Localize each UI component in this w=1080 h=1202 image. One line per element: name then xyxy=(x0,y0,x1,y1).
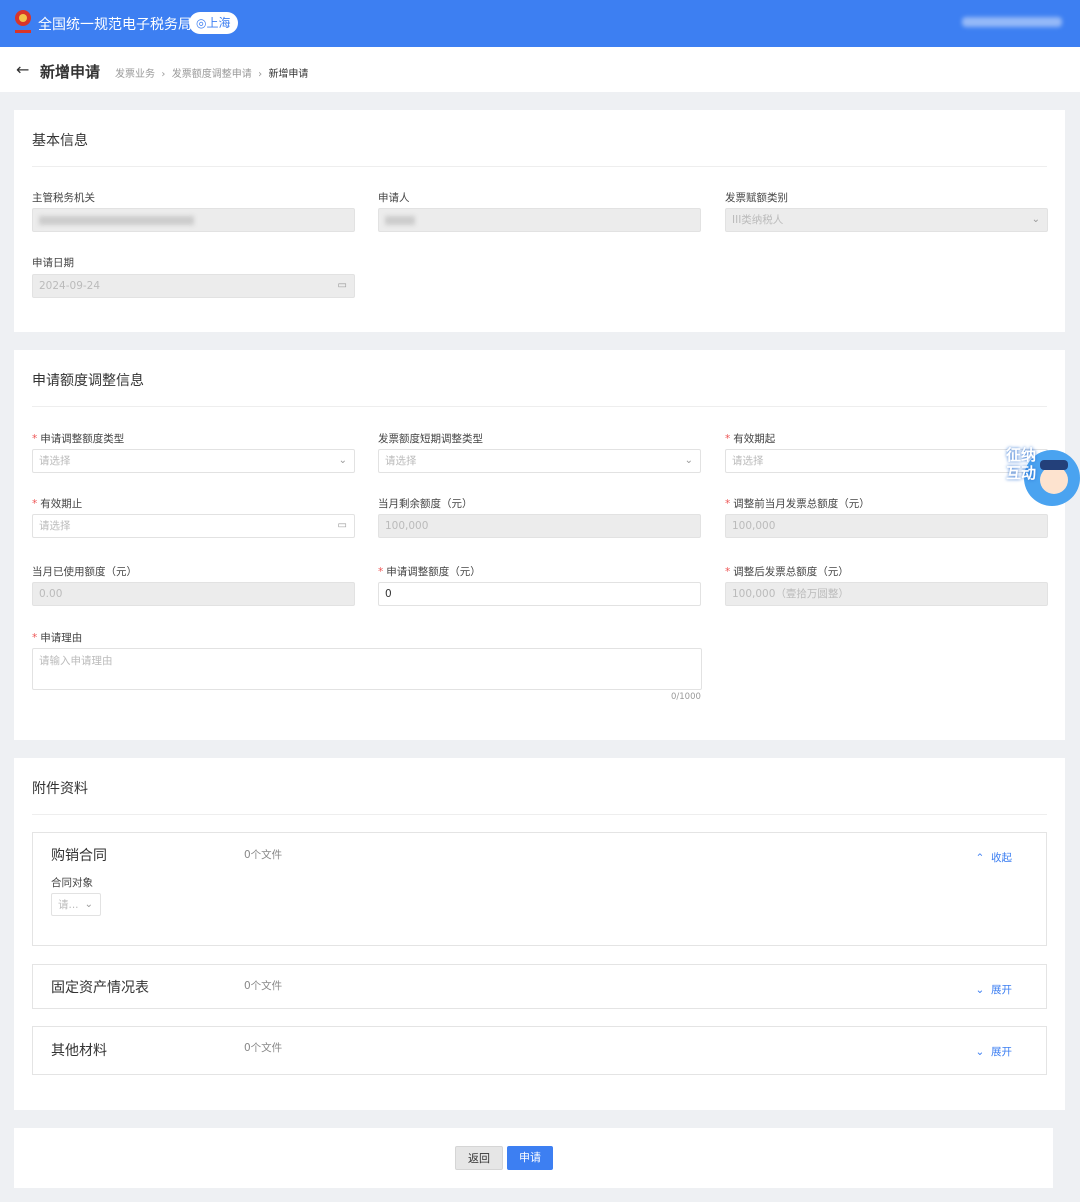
attachment-title: 购销合同 xyxy=(51,848,107,864)
field-label: 调整后发票总额度（元） xyxy=(733,566,849,578)
attachment-title: 固定资产情况表 xyxy=(51,980,149,996)
section-title: 基本信息 xyxy=(32,133,88,149)
field-label: 当月已使用额度（元） xyxy=(32,566,137,578)
attachment-section-other: 其他材料 0个文件 ⌄ 展开 xyxy=(32,1026,1047,1075)
location-label: 上海 xyxy=(206,16,231,30)
field-label: 申请调整额度（元） xyxy=(386,566,481,578)
valid-to-picker[interactable]: 请选择 ▭ xyxy=(32,514,355,538)
breadcrumb-current: 新增申请 xyxy=(268,69,309,80)
reason-textarea[interactable]: 请输入申请理由 xyxy=(32,648,702,690)
field-label: 发票额度短期调整类型 xyxy=(378,433,483,445)
remaining-quota-field: 100,000 xyxy=(378,514,701,538)
field-label: 申请人 xyxy=(378,192,410,204)
field-label: 发票赋额类别 xyxy=(725,192,788,204)
expand-toggle[interactable]: ⌄ 展开 xyxy=(976,982,1013,997)
valid-from-picker[interactable]: 请选择 xyxy=(725,449,1048,473)
chevron-down-icon: ⌄ xyxy=(684,455,693,466)
mascot-label: 征纳互动 xyxy=(1006,446,1037,482)
field-label: 当月剩余额度（元） xyxy=(378,498,473,510)
submit-button[interactable]: 申请 xyxy=(507,1146,553,1170)
attachment-title: 其他材料 xyxy=(51,1043,107,1059)
app-title: 全国统一规范电子税务局 xyxy=(38,17,192,33)
location-selector[interactable]: ◎上海 xyxy=(189,12,238,34)
short-term-type-select[interactable]: 请选择 ⌄ xyxy=(378,449,701,473)
field-label: 申请理由 xyxy=(40,632,83,644)
post-adjust-total-field: 100,000（壹拾万圆整） xyxy=(725,582,1048,606)
adjust-type-select[interactable]: 请选择 ⌄ xyxy=(32,449,355,473)
breadcrumb: 发票业务 › 发票额度调整申请 › 新增申请 xyxy=(115,69,309,80)
breadcrumb-item[interactable]: 发票额度调整申请 xyxy=(172,69,252,80)
calendar-icon: ▭ xyxy=(337,520,347,531)
attachment-section-fixed-assets: 固定资产情况表 0个文件 ⌄ 展开 xyxy=(32,964,1047,1009)
chevron-down-icon: ⌄ xyxy=(1031,214,1040,225)
field-label: 调整前当月发票总额度（元） xyxy=(733,498,870,510)
attachment-section-contract: 购销合同 0个文件 ⌃ 收起 合同对象 请... ⌄ xyxy=(32,832,1047,946)
quota-adjust-card: 申请额度调整信息 * 申请调整额度类型 请选择 ⌄ 发票额度短期调整类型 请选择 ⌄ … xyxy=(14,350,1065,740)
contract-party-select[interactable]: 请... ⌄ xyxy=(51,893,101,916)
page-title: 新增申请 xyxy=(40,63,101,81)
chevron-up-icon: ⌃ xyxy=(975,852,985,864)
section-title: 申请额度调整信息 xyxy=(32,373,144,389)
chevron-down-icon: ⌄ xyxy=(338,455,347,466)
invoice-category-select: III类纳税人 ⌄ xyxy=(725,208,1048,232)
file-count: 0个文件 xyxy=(244,980,283,992)
file-count: 0个文件 xyxy=(244,849,283,861)
collapse-toggle[interactable]: ⌃ 收起 xyxy=(976,850,1013,865)
field-label: 主管税务机关 xyxy=(32,192,95,204)
back-button[interactable]: 返回 xyxy=(455,1146,503,1170)
mascot-assistant-button[interactable]: 征纳互动 xyxy=(1004,440,1080,510)
expand-toggle[interactable]: ⌄ 展开 xyxy=(976,1044,1013,1059)
field-label: 申请日期 xyxy=(32,257,74,269)
tax-emblem-icon xyxy=(15,10,31,33)
pre-adjust-total-field: 100,000 xyxy=(725,514,1048,538)
basic-info-card: 基本信息 主管税务机关 申请人 发票赋额类别 III类纳税人 ⌄ 申请日期 202… xyxy=(14,110,1065,332)
adjust-amount-input[interactable]: 0 xyxy=(378,582,701,606)
location-pin-icon: ◎ xyxy=(196,16,207,30)
field-label: 申请调整额度类型 xyxy=(40,433,125,445)
applicant-field xyxy=(378,208,701,232)
field-label: 合同对象 xyxy=(51,877,93,889)
back-arrow-icon[interactable]: ← xyxy=(16,60,29,79)
field-label: 有效期止 xyxy=(40,498,83,510)
char-counter: 0/1000 xyxy=(671,692,701,702)
chevron-down-icon: ⌄ xyxy=(975,984,985,996)
file-count: 0个文件 xyxy=(244,1042,283,1054)
used-quota-field: 0.00 xyxy=(32,582,355,606)
apply-date-field: 2024-09-24 ▭ xyxy=(32,274,355,298)
user-info-blurred[interactable] xyxy=(962,17,1062,27)
calendar-icon: ▭ xyxy=(337,280,347,291)
tax-authority-field xyxy=(32,208,355,232)
breadcrumb-item[interactable]: 发票业务 xyxy=(115,69,155,80)
attachments-card: 附件资料 购销合同 0个文件 ⌃ 收起 合同对象 请... ⌄ 固定资产情况表 0… xyxy=(14,758,1065,1110)
field-label: 有效期起 xyxy=(733,433,776,445)
chevron-down-icon: ⌄ xyxy=(975,1046,985,1058)
section-title: 附件资料 xyxy=(32,781,88,797)
chevron-down-icon: ⌄ xyxy=(84,899,93,910)
